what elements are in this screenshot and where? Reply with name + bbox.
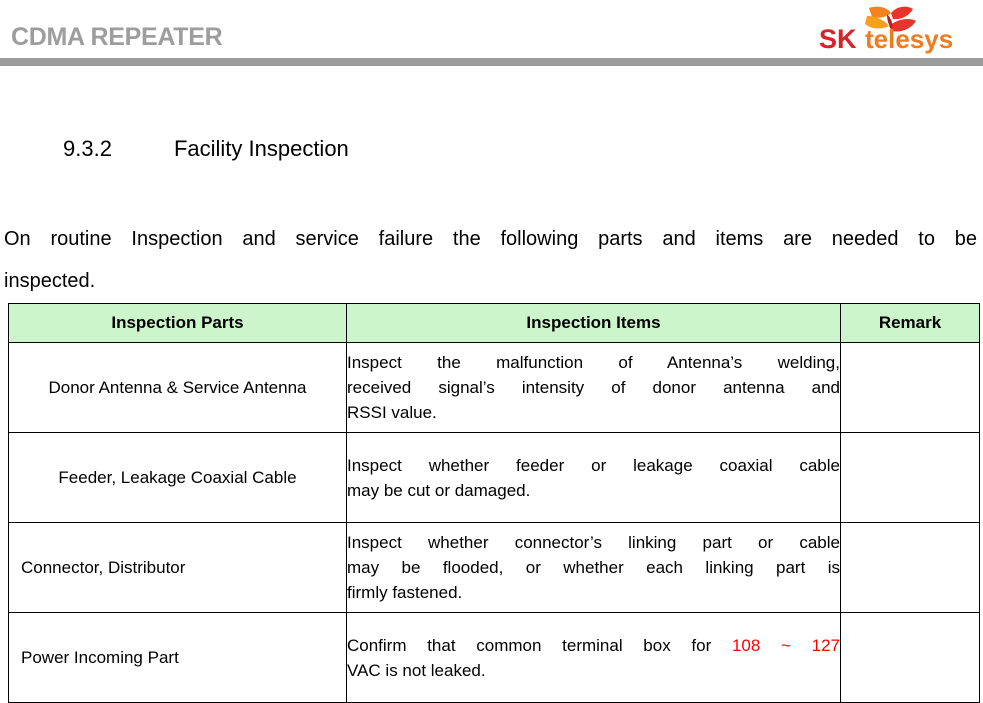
cell-inspection-parts: Feeder, Leakage Coaxial Cable bbox=[8, 432, 347, 523]
items-line: may be flooded, or whether each linking … bbox=[347, 558, 840, 577]
table-body: Donor Antenna & Service Antenna Inspect t… bbox=[8, 342, 980, 703]
cell-inspection-items: Inspect the malfunction of Antenna’s wel… bbox=[346, 342, 841, 433]
items-line: firmly fastened. bbox=[347, 583, 463, 602]
section-title: Facility Inspection bbox=[173, 136, 349, 161]
cell-remark bbox=[840, 432, 980, 523]
header-divider-rule bbox=[0, 58, 983, 66]
items-line: Confirm that common terminal box for 108… bbox=[347, 635, 840, 655]
cell-inspection-parts: Donor Antenna & Service Antenna bbox=[8, 342, 347, 433]
items-line: Inspect whether connector’s linking part… bbox=[347, 533, 840, 552]
cell-remark bbox=[840, 612, 980, 703]
column-header-inspection-items: Inspection Items bbox=[346, 303, 841, 343]
page-title: CDMA REPEATER bbox=[11, 23, 223, 51]
intro-paragraph: On routine Inspection and service failur… bbox=[0, 218, 983, 302]
items-line: may be cut or damaged. bbox=[347, 480, 531, 500]
table-row: Power Incoming Part Confirm that common t… bbox=[8, 612, 980, 703]
table-row: Feeder, Leakage Coaxial Cable Inspect whe… bbox=[8, 432, 980, 523]
cell-inspection-parts: Connector, Distributor bbox=[8, 522, 347, 613]
column-header-remark: Remark bbox=[840, 303, 980, 343]
cell-remark bbox=[840, 522, 980, 613]
items-line: Inspect whether feeder or leakage coaxia… bbox=[347, 455, 840, 475]
section-number: 9.3.2 bbox=[63, 136, 112, 161]
logo-telesys-text: telesys bbox=[865, 24, 953, 54]
table-row: Donor Antenna & Service Antenna Inspect t… bbox=[8, 342, 980, 433]
logo-sk-text: SK bbox=[819, 24, 857, 54]
column-header-inspection-parts: Inspection Parts bbox=[8, 303, 347, 343]
section-heading: 9.3.2 Facility Inspection bbox=[0, 136, 983, 162]
highlighted-voltage-range: 108 ~ 127 bbox=[731, 635, 840, 655]
cell-inspection-items: Inspect whether feeder or leakage coaxia… bbox=[346, 432, 841, 523]
items-line: Inspect the malfunction of Antenna’s wel… bbox=[347, 353, 840, 372]
items-line: RSSI value. bbox=[347, 403, 437, 422]
cell-inspection-items: Inspect whether connector’s linking part… bbox=[346, 522, 841, 613]
items-line: VAC is not leaked. bbox=[347, 660, 486, 680]
cell-inspection-parts: Power Incoming Part bbox=[8, 612, 347, 703]
intro-line-2: inspected. bbox=[4, 270, 96, 292]
table-row: Connector, Distributor Inspect whether co… bbox=[8, 522, 980, 613]
page-header: CDMA REPEATER SK telesys bbox=[0, 0, 983, 66]
table-header: Inspection Parts Inspection Items Remark bbox=[8, 303, 980, 343]
sk-telesys-logo: SK telesys bbox=[817, 4, 969, 56]
items-line: received signal’s intensity of donor ant… bbox=[347, 378, 840, 397]
sk-telesys-logo-graphic: SK telesys bbox=[819, 6, 953, 54]
cell-inspection-items: Confirm that common terminal box for 108… bbox=[346, 612, 841, 703]
intro-line-1: On routine Inspection and service failur… bbox=[4, 228, 977, 250]
cell-remark bbox=[840, 342, 980, 433]
table-header-row: Inspection Parts Inspection Items Remark bbox=[8, 303, 980, 343]
inspection-table: Inspection Parts Inspection Items Remark… bbox=[8, 303, 980, 703]
